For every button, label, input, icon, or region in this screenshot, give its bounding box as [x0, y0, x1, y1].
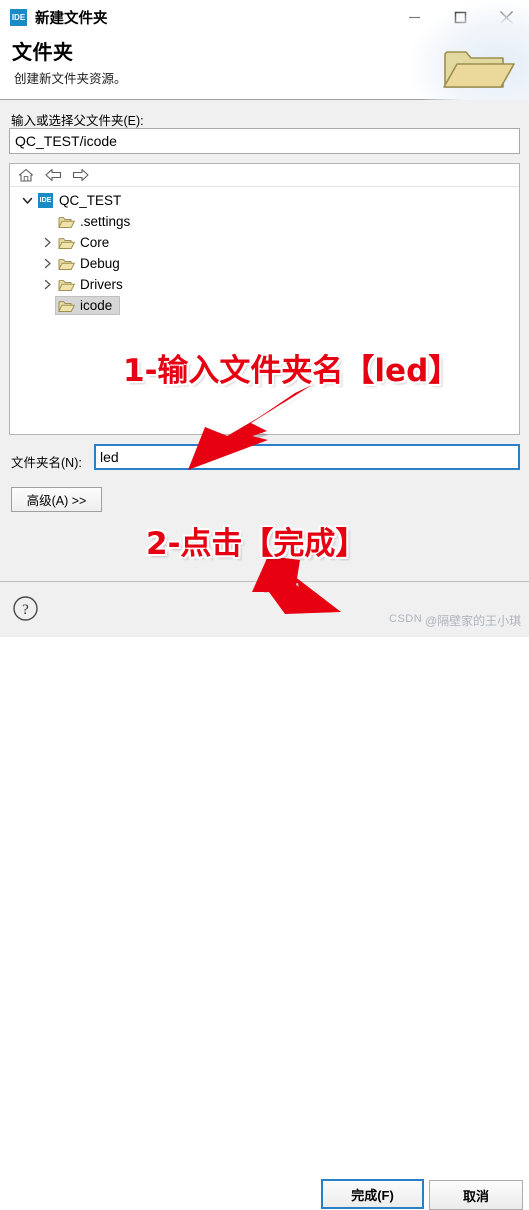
tree-item-label: Drivers [80, 277, 123, 292]
minimize-icon[interactable] [391, 0, 437, 34]
home-icon[interactable] [17, 167, 35, 184]
advanced-button[interactable]: 高级(A) >> [11, 487, 102, 512]
dialog-body: 输入或选择父文件夹(E): QC_TEST/icode IDE QC_TEST … [0, 100, 529, 581]
tree-item-content: Debug [55, 254, 128, 273]
tree-item-debug[interactable]: Debug [10, 253, 519, 274]
tree-item-icode[interactable]: icode [10, 295, 519, 316]
tree-toolbar [10, 164, 519, 187]
folder-icon [58, 257, 75, 271]
folder-icon [58, 299, 75, 313]
tree-item-content: icode [55, 296, 121, 315]
tree-item-content: .settings [55, 212, 138, 231]
ide-project-icon: IDE [38, 193, 53, 208]
finish-button[interactable]: 完成(F) [321, 1179, 424, 1209]
tree-item-drivers[interactable]: Drivers [10, 274, 519, 295]
tree-item-settings[interactable]: .settings [10, 211, 519, 232]
cancel-button[interactable]: 取消 [429, 1180, 523, 1210]
new-folder-dialog: IDE 新建文件夹 文件夹 创建新文件夹资源。 输入或选择父文件夹(E): QC… [0, 0, 529, 1210]
folder-name-input[interactable]: led [94, 444, 520, 470]
tree-item-content: Drivers [55, 275, 131, 294]
chevron-down-icon[interactable] [20, 193, 35, 208]
page-subtitle: 创建新文件夹资源。 [14, 72, 127, 86]
tree-item-label: Core [80, 235, 110, 250]
forward-arrow-icon[interactable] [71, 167, 89, 184]
dialog-header: 文件夹 创建新文件夹资源。 [0, 0, 529, 110]
folder-icon [58, 278, 75, 292]
tree-item-label: QC_TEST [59, 193, 122, 208]
page-title: 文件夹 [12, 42, 74, 64]
help-icon[interactable]: ? [12, 595, 39, 622]
tree-item-content: IDE QC_TEST [35, 191, 129, 210]
window-title: 新建文件夹 [35, 10, 108, 27]
close-icon[interactable] [483, 0, 529, 34]
svg-text:?: ? [22, 602, 29, 618]
title-bar: IDE 新建文件夹 [0, 0, 529, 34]
tree-item-qctest[interactable]: IDE QC_TEST [10, 190, 519, 211]
parent-folder-label: 输入或选择父文件夹(E): [11, 114, 144, 128]
back-arrow-icon[interactable] [44, 167, 62, 184]
folder-name-label: 文件夹名(N): [11, 456, 82, 470]
folder-tree: IDE QC_TEST .settings Core Debug Drivers icode [10, 187, 519, 316]
folder-icon [58, 236, 75, 250]
tree-item-content: Core [55, 233, 117, 252]
tree-item-core[interactable]: Core [10, 232, 519, 253]
open-folder-icon [441, 42, 515, 94]
chevron-right-icon[interactable] [40, 256, 55, 271]
chevron-right-icon[interactable] [40, 235, 55, 250]
chevron-right-icon[interactable] [40, 277, 55, 292]
app-ide-icon: IDE [10, 8, 27, 26]
tree-item-label: .settings [80, 214, 131, 229]
folder-tree-panel: IDE QC_TEST .settings Core Debug Drivers icode [9, 163, 520, 435]
window-controls [391, 0, 529, 34]
folder-icon [58, 215, 75, 229]
maximize-icon[interactable] [437, 0, 483, 34]
tree-item-label: Debug [80, 256, 120, 271]
tree-item-label: icode [80, 298, 113, 313]
dialog-footer: ? 完成(F) 取消 [0, 581, 529, 1210]
parent-folder-input[interactable]: QC_TEST/icode [9, 128, 520, 154]
